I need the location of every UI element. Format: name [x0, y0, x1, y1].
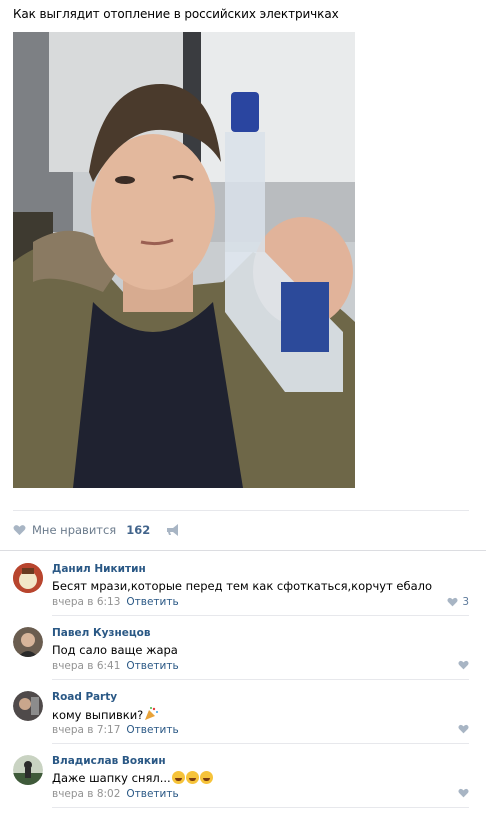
comment-like[interactable]	[458, 788, 469, 798]
comment-text: кому выпивки?	[52, 707, 159, 722]
comment-text: Под сало ваще жара	[52, 643, 178, 657]
comment-like-count: 3	[462, 596, 469, 608]
avatar[interactable]	[13, 755, 43, 785]
avatar[interactable]	[13, 691, 43, 721]
likes-label[interactable]: Мне нравится	[32, 523, 116, 537]
comment-author[interactable]: Владислав Воякин	[52, 755, 166, 767]
avatar[interactable]	[13, 627, 43, 657]
reply-link[interactable]: Ответить	[126, 788, 178, 800]
party-popper-icon	[145, 707, 159, 720]
heart-icon[interactable]	[13, 524, 26, 536]
grinning-emoji-icon	[171, 771, 185, 784]
comment-like[interactable]: 3	[447, 596, 469, 608]
avatar-image	[13, 563, 43, 593]
comment-author[interactable]: Данил Никитин	[52, 563, 146, 575]
comment-text-content: Даже шапку снял...	[52, 771, 171, 785]
grinning-emoji-icon	[199, 771, 213, 784]
heart-icon[interactable]	[458, 660, 469, 670]
likes-bar[interactable]: Мне нравится 162	[13, 521, 180, 539]
heart-icon[interactable]	[458, 788, 469, 798]
comment-text-content: кому выпивки?	[52, 708, 144, 722]
comment-meta: вчера в 6:13 Ответить	[52, 596, 179, 608]
comment: Road Party кому выпивки? вчера в 7:17 Отв…	[13, 680, 469, 744]
avatar-image	[13, 627, 43, 657]
avatar-image	[13, 755, 43, 785]
likes-count[interactable]: 162	[126, 523, 150, 537]
comments-divider	[0, 550, 486, 551]
heart-icon[interactable]	[458, 724, 469, 734]
comment-like[interactable]	[458, 724, 469, 734]
comment: Владислав Воякин Даже шапку снял... вчер…	[13, 744, 469, 808]
comment-text: Бесят мрази,которые перед тем как сфотка…	[52, 579, 433, 593]
heart-icon[interactable]	[447, 597, 458, 607]
post-divider	[13, 510, 469, 511]
laughing-emoji-icon	[185, 771, 199, 784]
comment-text: Даже шапку снял...	[52, 771, 213, 785]
comment-meta: вчера в 6:41 Ответить	[52, 660, 179, 672]
comment-separator	[52, 807, 469, 808]
avatar-image	[13, 691, 43, 721]
comment: Данил Никитин Бесят мрази,которые перед …	[13, 552, 469, 616]
comment: Павел Кузнецов Под сало ваще жара вчера …	[13, 616, 469, 680]
selfie-illustration	[13, 32, 355, 488]
comment-time[interactable]: вчера в 6:41	[52, 660, 120, 672]
comment-time[interactable]: вчера в 8:02	[52, 788, 120, 800]
reply-link[interactable]: Ответить	[126, 596, 178, 608]
comment-time[interactable]: вчера в 6:13	[52, 596, 120, 608]
reply-link[interactable]: Ответить	[126, 724, 178, 736]
comment-meta: вчера в 8:02 Ответить	[52, 788, 179, 800]
post-photo[interactable]	[13, 32, 355, 488]
comment-author[interactable]: Павел Кузнецов	[52, 627, 151, 639]
post-title: Как выглядит отопление в российских элек…	[13, 7, 339, 21]
comment-meta: вчера в 7:17 Ответить	[52, 724, 179, 736]
comment-time[interactable]: вчера в 7:17	[52, 724, 120, 736]
share-icon[interactable]	[166, 524, 180, 536]
reply-link[interactable]: Ответить	[126, 660, 178, 672]
comment-author[interactable]: Road Party	[52, 691, 117, 703]
comment-like[interactable]	[458, 660, 469, 670]
avatar[interactable]	[13, 563, 43, 593]
